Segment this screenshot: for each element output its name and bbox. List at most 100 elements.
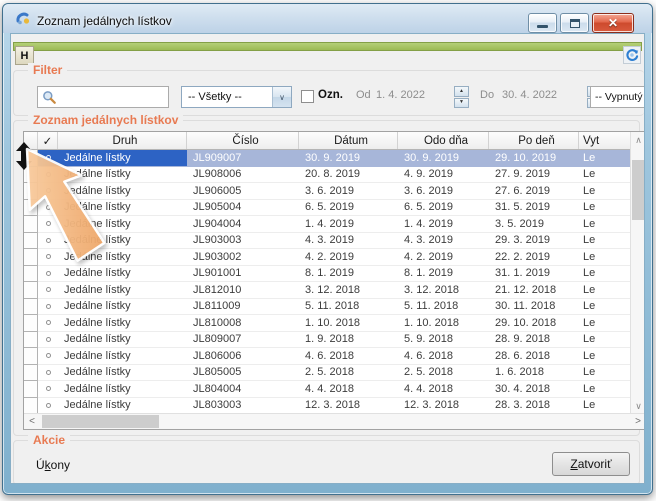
cell-vyt[interactable]: Le [579,167,632,184]
marked-checkbox[interactable] [301,90,314,103]
cell-odo[interactable]: 5. 9. 2018 [398,332,489,349]
date-to-value[interactable]: 30. 4. 2022 [502,89,557,101]
type-dropdown[interactable]: -- Všetky -- ∨ [181,86,292,108]
cell-vyt[interactable]: Le [579,332,632,349]
cell-po[interactable]: 21. 12. 2018 [489,282,579,299]
cell-vyt[interactable]: Le [579,266,632,283]
cell-odo[interactable]: 1. 10. 2018 [398,315,489,332]
cell-vyt[interactable]: Le [579,216,632,233]
horizontal-scroll-thumb[interactable] [42,415,159,428]
row-indicator-cell[interactable] [24,365,38,382]
cell-vyt[interactable]: Le [579,315,632,332]
cell-vyt[interactable]: Le [579,200,632,217]
cell-druh[interactable]: Jedálne lístky [58,348,187,365]
cell-odo[interactable]: 4. 6. 2018 [398,348,489,365]
cell-po[interactable]: 30. 4. 2018 [489,381,579,398]
row-check-cell[interactable] [38,315,58,332]
row-indicator-cell[interactable] [24,299,38,316]
cell-vyt[interactable]: Le [579,233,632,250]
cell-odo[interactable]: 6. 5. 2019 [398,200,489,217]
table-row[interactable]: Jedálne lístkyJL9010018. 1. 20198. 1. 20… [24,266,632,283]
cell-po[interactable]: 3. 5. 2019 [489,216,579,233]
cell-po[interactable]: 29. 3. 2019 [489,233,579,250]
cell-vyt[interactable]: Le [579,282,632,299]
cell-po[interactable]: 22. 2. 2019 [489,249,579,266]
cell-cislo[interactable]: JL905004 [187,200,299,217]
cell-datum[interactable]: 30. 9. 2019 [299,150,398,167]
cell-datum[interactable]: 12. 3. 2018 [299,398,398,415]
cell-po[interactable]: 28. 3. 2018 [489,398,579,415]
table-row[interactable]: Jedálne lístkyJL80300312. 3. 201812. 3. … [24,398,632,415]
cell-cislo[interactable]: JL803003 [187,398,299,415]
cell-po[interactable]: 27. 9. 2019 [489,167,579,184]
cell-vyt[interactable]: Le [579,150,632,167]
cell-po[interactable]: 29. 10. 2018 [489,315,579,332]
table-row[interactable]: Jedálne lístkyJL8040044. 4. 20184. 4. 20… [24,381,632,398]
scroll-up-icon[interactable]: ∧ [631,132,645,148]
status-dropdown[interactable]: -- Vypnutý -- [590,86,645,108]
cell-odo[interactable]: 3. 6. 2019 [398,183,489,200]
table-row[interactable]: Jedálne lístkyJL90800620. 8. 20194. 9. 2… [24,167,632,184]
cell-datum[interactable]: 5. 11. 2018 [299,299,398,316]
cell-vyt[interactable]: Le [579,299,632,316]
cell-druh[interactable]: Jedálne lístky [58,381,187,398]
table-row[interactable]: Jedálne lístkyJL8060064. 6. 20184. 6. 20… [24,348,632,365]
row-indicator-cell[interactable] [24,381,38,398]
header-po-den[interactable]: Po deň [489,132,579,149]
chevron-down-icon[interactable]: ∨ [272,87,291,107]
cell-datum[interactable]: 3. 6. 2019 [299,183,398,200]
search-input[interactable] [57,88,168,106]
cell-cislo[interactable]: JL811009 [187,299,299,316]
cell-datum[interactable]: 4. 3. 2019 [299,233,398,250]
cell-cislo[interactable]: JL809007 [187,332,299,349]
cell-vyt[interactable]: Le [579,249,632,266]
date-from-value[interactable]: 1. 4. 2022 [376,89,425,101]
zatvorit-button[interactable]: Zatvoriť [552,452,630,476]
table-row[interactable]: Jedálne lístkyJL9040041. 4. 20191. 4. 20… [24,216,632,233]
vertical-scrollbar[interactable]: ∧ ∨ [630,132,645,414]
cell-datum[interactable]: 1. 4. 2019 [299,216,398,233]
cell-odo[interactable]: 1. 4. 2019 [398,216,489,233]
cell-po[interactable]: 27. 6. 2019 [489,183,579,200]
table-row[interactable]: Jedálne lístkyJL8100081. 10. 20181. 10. … [24,315,632,332]
cell-cislo[interactable]: JL903003 [187,233,299,250]
cell-druh[interactable]: Jedálne lístky [58,365,187,382]
cell-odo[interactable]: 30. 9. 2019 [398,150,489,167]
close-button[interactable]: ✕ [592,13,634,33]
cell-datum[interactable]: 4. 4. 2018 [299,381,398,398]
row-check-cell[interactable] [38,282,58,299]
table-row[interactable]: Jedálne lístkyJL9030024. 2. 20194. 2. 20… [24,249,632,266]
cell-cislo[interactable]: JL810008 [187,315,299,332]
cell-odo[interactable]: 12. 3. 2018 [398,398,489,415]
ukony-menu-button[interactable]: Úkony [36,458,70,472]
row-indicator-cell[interactable] [24,398,38,415]
cell-vyt[interactable]: Le [579,183,632,200]
cell-po[interactable]: 28. 9. 2018 [489,332,579,349]
cell-datum[interactable]: 1. 9. 2018 [299,332,398,349]
cell-cislo[interactable]: JL804004 [187,381,299,398]
title-bar[interactable]: Zoznam jedálnych lístkov ✕ [3,4,652,33]
cell-cislo[interactable]: JL906005 [187,183,299,200]
cell-druh[interactable]: Jedálne lístky [58,299,187,316]
table-row[interactable]: Jedálne lístkyJL8110095. 11. 20185. 11. … [24,299,632,316]
cell-cislo[interactable]: JL904004 [187,216,299,233]
row-indicator-cell[interactable] [24,348,38,365]
cell-datum[interactable]: 4. 6. 2018 [299,348,398,365]
cell-po[interactable]: 31. 5. 2019 [489,200,579,217]
table-row[interactable]: Jedálne lístkyJL9060053. 6. 20193. 6. 20… [24,183,632,200]
maximize-button[interactable] [560,13,589,33]
row-indicator-cell[interactable] [24,332,38,349]
cell-datum[interactable]: 2. 5. 2018 [299,365,398,382]
cell-odo[interactable]: 3. 12. 2018 [398,282,489,299]
cell-druh[interactable]: Jedálne lístky [58,315,187,332]
cell-druh[interactable]: Jedálne lístky [58,398,187,415]
cell-cislo[interactable]: JL909007 [187,150,299,167]
cell-po[interactable]: 29. 10. 2019 [489,150,579,167]
row-check-cell[interactable] [38,348,58,365]
cell-cislo[interactable]: JL901001 [187,266,299,283]
date-from-spinner[interactable]: ▲ ▼ [454,86,469,108]
cell-po[interactable]: 31. 1. 2019 [489,266,579,283]
cell-cislo[interactable]: JL805005 [187,365,299,382]
cell-odo[interactable]: 4. 9. 2019 [398,167,489,184]
horizontal-scrollbar[interactable]: < > [24,413,645,429]
